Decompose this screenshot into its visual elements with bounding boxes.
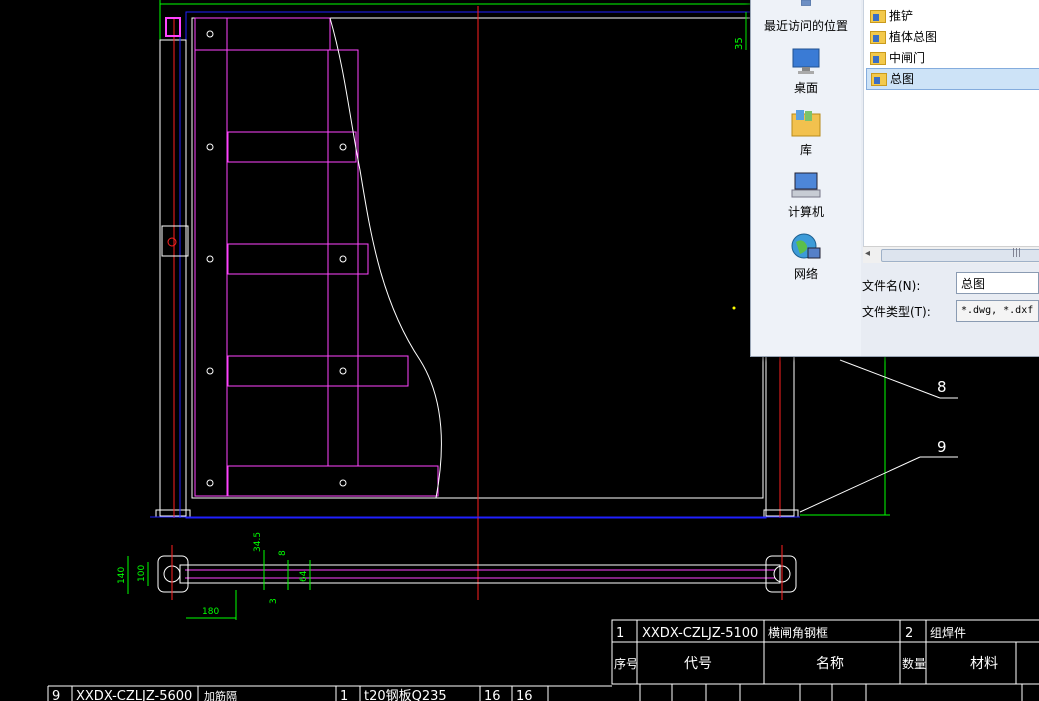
place-recent[interactable]: 最近访问的位置 [751, 0, 861, 34]
filename-label: 文件名(N): [862, 279, 921, 293]
filetype-label: 文件类型(T): [862, 305, 931, 319]
tb-hdr-seq: 序号 [614, 656, 638, 671]
left-post [159, 39, 187, 517]
gate-rails [194, 17, 439, 497]
tb-bot-code: XXDX-CZLJZ-5600 [76, 689, 192, 701]
scroll-thumb[interactable]: ||| [881, 248, 1039, 262]
place-desktop[interactable]: 桌面 [751, 46, 861, 96]
tb-hdr-mat: 材料 [970, 656, 998, 672]
left-hinge-top [165, 17, 181, 37]
list-item-selected[interactable]: 总图 [866, 68, 1039, 90]
small-point [732, 306, 736, 310]
tb-bot-qty: 1 [340, 689, 348, 701]
network-globe-icon [791, 233, 821, 259]
tb-row1-name: 横闸角钢框 [768, 626, 828, 640]
filename-input[interactable] [956, 272, 1039, 294]
horizontal-scrollbar[interactable]: ◂ ||| [863, 246, 1039, 263]
dim-3: 3 [269, 598, 279, 604]
dim-35: 35 [734, 37, 745, 50]
folder-label: 中闸门 [889, 51, 926, 65]
place-recent-label: 最近访问的位置 [763, 19, 848, 33]
tb-bot-w1: 16 [484, 689, 501, 701]
place-computer[interactable]: 计算机 [751, 170, 861, 220]
tb-bot-name: 加筋隔 [204, 689, 237, 701]
dim-34-5: 34.5 [253, 532, 263, 552]
tb-row1-qty: 2 [905, 626, 913, 641]
tb-bot-w2: 16 [516, 689, 533, 701]
tb-hdr-qty: 数量 [902, 656, 926, 671]
balloon-9: 9 [937, 438, 947, 456]
dim-100: 100 [137, 565, 147, 582]
folder-icon [870, 31, 886, 44]
filetype-select[interactable]: *.dwg, *.dxf [956, 300, 1039, 322]
place-network[interactable]: 网络 [751, 232, 861, 282]
scroll-grip-icon: ||| [1012, 248, 1022, 258]
scroll-left-arrow-icon[interactable]: ◂ [865, 248, 870, 259]
dim-64: 64 [299, 570, 309, 582]
left-hinge-mid [161, 225, 189, 257]
dim-180: 180 [202, 607, 219, 617]
tb-row1-mat: 组焊件 [930, 625, 966, 640]
place-computer-label: 计算机 [787, 205, 824, 219]
place-libraries[interactable]: 库 [751, 108, 861, 158]
folder-label: 推铲 [889, 9, 914, 23]
dim-8: 8 [278, 550, 288, 556]
title-block [47, 619, 1039, 701]
place-desktop-label: 桌面 [793, 81, 818, 95]
libraries-icon [791, 110, 821, 137]
leader-8 [839, 359, 941, 399]
tb-bot-mat: t20钢板Q235 [364, 689, 447, 701]
dim-140: 140 [117, 567, 127, 584]
computer-icon [791, 172, 821, 198]
tb-hdr-name: 名称 [816, 656, 844, 672]
tb-hdr-code: 代号 [684, 656, 712, 672]
folder-label: 总图 [890, 72, 915, 86]
balloon-8: 8 [937, 378, 947, 396]
tb-bot-seq: 9 [52, 689, 60, 701]
gate-curve [329, 17, 442, 499]
folder-list[interactable]: 推铲 植体总图 中闸门 总图 [863, 0, 1039, 262]
gate-outer-frame [185, 11, 767, 519]
list-item[interactable]: 推铲 [866, 6, 1039, 26]
folder-icon [871, 73, 887, 86]
recent-places-icon [801, 0, 811, 6]
folder-label: 植体总图 [889, 30, 938, 44]
tb-row1-code: XXDX-CZLJZ-5100 [642, 626, 758, 641]
tb-row1-seq: 1 [616, 626, 624, 641]
place-libraries-label: 库 [799, 143, 812, 157]
list-item[interactable]: 植体总图 [866, 27, 1039, 47]
folder-icon [870, 10, 886, 23]
desktop-icon [792, 48, 820, 74]
plan-view [157, 545, 797, 600]
hinge-pin [167, 237, 177, 247]
list-item[interactable]: 中闸门 [866, 48, 1039, 68]
leader-9 [799, 456, 921, 513]
places-bar: 最近访问的位置 桌面 库 计算机 网络 [751, 0, 861, 356]
folder-icon [870, 52, 886, 65]
place-network-label: 网络 [793, 267, 818, 281]
